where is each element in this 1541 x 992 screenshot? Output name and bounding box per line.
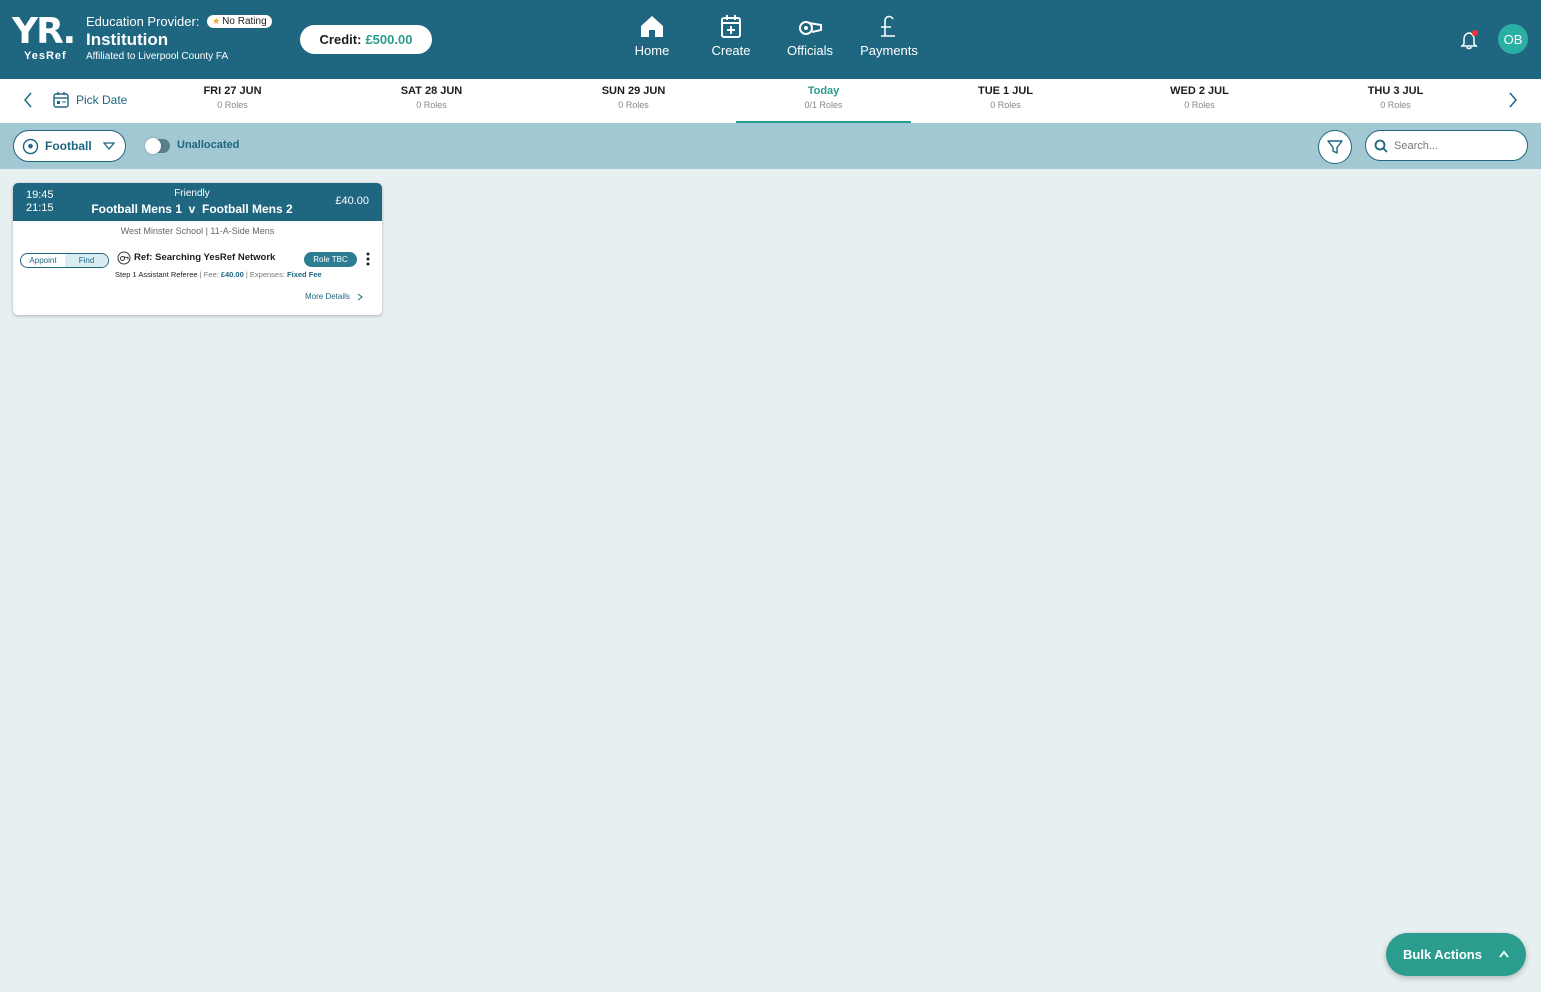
sport-select-value: Football bbox=[45, 139, 92, 153]
nav-officials-label: Officials bbox=[787, 43, 833, 58]
date-tab-today[interactable]: Today 0/1 Roles bbox=[736, 85, 911, 123]
date-tab-roles: 0/1 Roles bbox=[804, 100, 843, 110]
more-options-icon[interactable] bbox=[364, 251, 372, 267]
chevron-down-icon bbox=[103, 142, 115, 151]
top-header: YR. YesRef Education Provider: ★ No Ratin… bbox=[0, 0, 1541, 79]
match-teams: Football Mens 1 v Football Mens 2 bbox=[91, 202, 293, 216]
nav-home-label: Home bbox=[634, 43, 670, 58]
star-icon: ★ bbox=[212, 16, 221, 27]
date-tab-roles: 0 Roles bbox=[416, 100, 447, 110]
whistle-icon bbox=[117, 251, 131, 265]
credit-label: Credit: bbox=[319, 32, 362, 47]
nav-home[interactable]: Home bbox=[627, 12, 677, 58]
unallocated-toggle[interactable] bbox=[145, 138, 170, 154]
credit-pill[interactable]: Credit: £500.00 bbox=[300, 25, 432, 54]
chevron-up-icon bbox=[1499, 950, 1509, 958]
date-tab-label: TUE 1 JUL bbox=[977, 85, 1033, 97]
appoint-find-toggle: Appoint Find bbox=[20, 253, 109, 268]
match-price: £40.00 bbox=[335, 195, 369, 207]
date-tab-sun-29-jun[interactable]: SUN 29 JUN 0 Roles bbox=[546, 85, 721, 110]
filter-funnel-icon bbox=[1327, 140, 1343, 154]
nav-create[interactable]: Create bbox=[705, 12, 757, 58]
date-tab-roles: 0 Roles bbox=[990, 100, 1021, 110]
logo-mark: YR. bbox=[12, 11, 76, 52]
whistle-icon bbox=[799, 21, 822, 35]
notification-dot bbox=[1472, 30, 1478, 36]
date-tab-roles: 0 Roles bbox=[217, 100, 248, 110]
date-tab-label: WED 2 JUL bbox=[1170, 85, 1229, 97]
yesref-logo[interactable]: YR. YesRef bbox=[12, 14, 76, 64]
pound-icon bbox=[881, 15, 895, 37]
rating-badge: ★ No Rating bbox=[207, 15, 272, 29]
nav-payments-label: Payments bbox=[860, 43, 918, 58]
expenses-label: Expenses: bbox=[249, 270, 285, 279]
provider-label: Education Provider: bbox=[86, 14, 200, 30]
role-status-badge: Role TBC bbox=[304, 252, 357, 267]
sport-select[interactable]: Football bbox=[13, 130, 126, 162]
filter-button[interactable] bbox=[1318, 130, 1352, 164]
match-type: Friendly bbox=[174, 188, 210, 199]
rating-text: No Rating bbox=[222, 16, 267, 28]
home-icon bbox=[641, 16, 663, 37]
date-tab-label: SAT 28 JUN bbox=[400, 85, 463, 97]
search-box[interactable] bbox=[1365, 130, 1528, 161]
match-venue: West Minster School | 11-A-Side Mens bbox=[120, 226, 275, 236]
match-card-header: 19:45 21:15 Friendly Football Mens 1 v F… bbox=[13, 183, 382, 221]
date-tab-roles: 0 Roles bbox=[1184, 100, 1215, 110]
notifications-bell-icon[interactable] bbox=[1459, 30, 1479, 50]
provider-line: Education Provider: ★ No Rating bbox=[86, 13, 272, 29]
date-tab-label: FRI 27 JUN bbox=[203, 85, 262, 97]
nav-payments[interactable]: Payments bbox=[855, 12, 923, 58]
credit-amount: £500.00 bbox=[365, 32, 413, 47]
chevron-left-icon[interactable] bbox=[21, 91, 35, 109]
date-tab-tue-1-jul[interactable]: TUE 1 JUL 0 Roles bbox=[918, 85, 1093, 110]
referee-status: Ref: Searching YesRef Network bbox=[134, 252, 276, 263]
more-details-link[interactable]: More Details bbox=[305, 292, 364, 301]
date-tab-label: THU 3 JUL bbox=[1367, 85, 1424, 97]
bulk-actions-button[interactable]: Bulk Actions bbox=[1386, 933, 1526, 976]
search-icon bbox=[1374, 139, 1388, 153]
find-button[interactable]: Find bbox=[65, 254, 108, 267]
date-tab-label: Today bbox=[807, 85, 840, 97]
user-avatar[interactable]: OB bbox=[1498, 24, 1528, 54]
pick-date-button[interactable]: Pick Date bbox=[52, 91, 127, 109]
fee-value: £40.00 bbox=[220, 270, 244, 279]
date-strip: Pick Date FRI 27 JUN 0 Roles SAT 28 JUN 0 … bbox=[0, 79, 1541, 123]
calendar-icon bbox=[53, 92, 69, 108]
appoint-button[interactable]: Appoint bbox=[21, 254, 65, 267]
affiliation-text: Affiliated to Liverpool County FA bbox=[86, 51, 229, 62]
search-input[interactable] bbox=[1394, 139, 1514, 152]
date-tab-label: SUN 29 JUN bbox=[601, 85, 666, 97]
date-tab-sat-28-jun[interactable]: SAT 28 JUN 0 Roles bbox=[344, 85, 519, 110]
role-name: Step 1 Assistant Referee bbox=[115, 270, 198, 279]
nav-create-label: Create bbox=[711, 43, 751, 58]
chevron-right-icon bbox=[357, 293, 363, 300]
unallocated-label: Unallocated bbox=[177, 139, 240, 151]
calendar-plus-icon bbox=[721, 15, 741, 38]
pick-date-label: Pick Date bbox=[76, 93, 128, 107]
expenses-value: Fixed Fee bbox=[287, 270, 322, 279]
date-tab-wed-2-jul[interactable]: WED 2 JUL 0 Roles bbox=[1112, 85, 1287, 110]
nav-officials[interactable]: Officials bbox=[780, 12, 840, 58]
more-details-label: More Details bbox=[305, 292, 350, 301]
date-tab-roles: 0 Roles bbox=[618, 100, 649, 110]
bulk-actions-label: Bulk Actions bbox=[1403, 947, 1482, 962]
institution-name: Institution bbox=[86, 30, 169, 49]
date-tab-fri-27-jun[interactable]: FRI 27 JUN 0 Roles bbox=[145, 85, 320, 110]
football-icon bbox=[22, 138, 39, 154]
toggle-knob bbox=[145, 138, 161, 154]
match-card[interactable]: 19:45 21:15 Friendly Football Mens 1 v F… bbox=[13, 183, 382, 315]
filter-bar: Football Unallocated bbox=[0, 123, 1541, 169]
date-tab-thu-3-jul[interactable]: THU 3 JUL 0 Roles bbox=[1308, 85, 1483, 110]
chevron-right-icon[interactable] bbox=[1506, 91, 1520, 109]
date-tab-roles: 0 Roles bbox=[1380, 100, 1411, 110]
fee-label: Fee: bbox=[203, 270, 219, 279]
role-details: Step 1 Assistant Referee | Fee: £40.00 |… bbox=[115, 270, 322, 279]
